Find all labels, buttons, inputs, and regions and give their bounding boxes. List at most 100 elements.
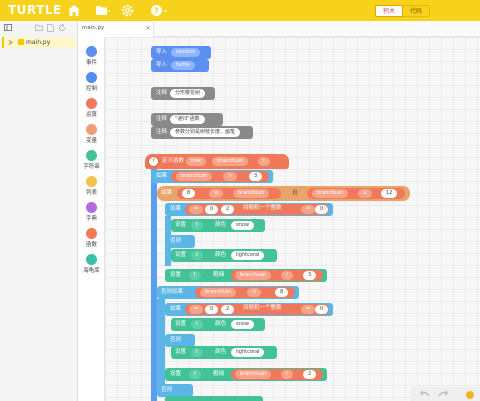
number-3[interactable]: 3 bbox=[249, 172, 263, 181]
folder-icon[interactable] bbox=[95, 4, 110, 17]
zoom-icon[interactable] bbox=[465, 390, 475, 401]
redo-icon[interactable] bbox=[438, 390, 450, 400]
category-turtle[interactable]: 海龟库 bbox=[78, 254, 105, 274]
number-0[interactable]: 0 bbox=[205, 305, 219, 314]
file-item-main[interactable]: main.py bbox=[2, 37, 76, 48]
color-value[interactable]: snow bbox=[231, 320, 254, 329]
comment-text[interactable]: 分形樱花树 bbox=[170, 89, 206, 98]
module-turtle[interactable]: turtle bbox=[171, 61, 195, 70]
set-pensize-block[interactable]: 设置 t 粗细 branchLen / 2 bbox=[165, 368, 327, 381]
color-value[interactable]: snow bbox=[231, 221, 254, 230]
set-color-block[interactable] bbox=[165, 396, 263, 401]
condition-block[interactable]: 如果 8 ≤ branchLen 且 branchLen ≤ 12 bbox=[157, 186, 410, 201]
category-events[interactable]: 事件 bbox=[78, 46, 105, 66]
divide-expression[interactable]: branchLen / 3 bbox=[231, 270, 323, 281]
number-0[interactable]: 0 bbox=[205, 205, 219, 214]
comment-text[interactable]: "递归"函数 bbox=[170, 115, 205, 124]
var-branchLen[interactable]: branchLen bbox=[176, 172, 213, 181]
function-param[interactable]: branchLen bbox=[212, 157, 249, 166]
code-mode-button[interactable]: 代码 bbox=[403, 5, 431, 17]
operator-eq[interactable]: = bbox=[189, 205, 204, 214]
compare-lte-1[interactable]: 8 ≤ branchLen bbox=[177, 188, 281, 199]
random-compare[interactable]: = 0 2 间随机一个整数 = 0 bbox=[185, 204, 329, 215]
comment-text[interactable]: 参数分别是树枝长度、画笔 bbox=[170, 128, 241, 137]
var-t[interactable]: t bbox=[191, 320, 203, 329]
comment-block-2[interactable]: 注释 "递归"函数 bbox=[151, 113, 223, 126]
category-lists[interactable]: 列表 bbox=[78, 176, 105, 196]
var-branchLen[interactable]: branchLen bbox=[233, 189, 270, 198]
undo-icon[interactable] bbox=[418, 390, 430, 400]
var-branchLen[interactable]: branchLen bbox=[312, 189, 349, 198]
category-operators[interactable]: 运算 bbox=[78, 98, 105, 118]
operator-gt[interactable]: > bbox=[223, 172, 238, 181]
new-folder-icon[interactable] bbox=[35, 24, 43, 33]
divide-expression[interactable]: branchLen / 2 bbox=[231, 369, 323, 380]
blocks-mode-button[interactable]: 积木 bbox=[375, 5, 404, 17]
number-0[interactable]: 0 bbox=[315, 305, 329, 314]
close-icon[interactable]: × bbox=[145, 24, 151, 32]
comment-block-3[interactable]: 注释 参数分别是树枝长度、画笔 bbox=[151, 126, 253, 139]
else-block[interactable]: 否则 bbox=[165, 235, 195, 248]
number-2[interactable]: 2 bbox=[303, 370, 317, 379]
set-color-block[interactable]: 设置 t 颜色 lightcoral bbox=[171, 249, 277, 262]
module-random[interactable]: random bbox=[171, 48, 201, 57]
if-block[interactable]: 如果 branchLen > 3 bbox=[151, 170, 273, 183]
color-value[interactable]: lightcoral bbox=[231, 251, 265, 260]
set-color-block[interactable]: 设置 t 颜色 snow bbox=[171, 219, 265, 232]
compare-expression[interactable]: branchLen > 3 bbox=[171, 171, 269, 182]
tab-main-py[interactable]: main.py × bbox=[78, 21, 154, 37]
var-t[interactable]: t bbox=[191, 348, 203, 357]
operator-lte[interactable]: ≤ bbox=[209, 189, 224, 198]
import-block-turtle[interactable]: 导入 turtle bbox=[151, 59, 209, 72]
color-value[interactable]: lightcoral bbox=[231, 348, 265, 357]
operator-div[interactable]: / bbox=[281, 271, 293, 280]
category-dicts[interactable]: 字典 bbox=[78, 202, 105, 222]
category-functions[interactable]: 函数 bbox=[78, 228, 105, 248]
var-branchLen[interactable]: branchLen bbox=[200, 288, 237, 297]
elif-block[interactable]: 否则如果 branchLen < 8 bbox=[157, 286, 299, 299]
block-workspace[interactable]: 导入 random 导入 turtle 注释 分形樱花树 注释 "递归"函数 注… bbox=[105, 37, 480, 401]
operator-eq[interactable]: = bbox=[189, 305, 204, 314]
number-0[interactable]: 0 bbox=[315, 205, 329, 214]
number-12[interactable]: 12 bbox=[381, 189, 398, 198]
refresh-icon[interactable] bbox=[58, 23, 66, 34]
operator-div[interactable]: / bbox=[281, 370, 293, 379]
number-2[interactable]: 2 bbox=[221, 205, 235, 214]
operator-lt[interactable]: < bbox=[247, 288, 262, 297]
import-block-random[interactable]: 导入 random bbox=[151, 46, 211, 59]
inner-if-block[interactable]: 如果 = 0 2 间随机一个整数 = 0 bbox=[165, 303, 333, 316]
sidebar-toggle-icon[interactable] bbox=[4, 24, 12, 33]
var-branchLen[interactable]: branchLen bbox=[235, 271, 272, 280]
compare-lte-2[interactable]: branchLen ≤ 12 bbox=[307, 188, 405, 199]
help-icon[interactable]: ? bbox=[150, 4, 167, 17]
number-2[interactable]: 2 bbox=[221, 305, 235, 314]
operator-eq[interactable]: = bbox=[301, 205, 316, 214]
def-function-block[interactable]: f 定义函数 tree branchLen t bbox=[145, 154, 289, 169]
function-name[interactable]: tree bbox=[186, 157, 207, 166]
set-color-block[interactable]: 设置 t 颜色 snow bbox=[171, 318, 265, 331]
var-t[interactable]: t bbox=[189, 271, 201, 280]
color-keyword: 颜色 bbox=[215, 321, 227, 327]
new-file-icon[interactable] bbox=[47, 24, 54, 34]
compare-lt[interactable]: branchLen < 8 bbox=[195, 287, 295, 298]
var-t[interactable]: t bbox=[191, 251, 203, 260]
function-param-t[interactable]: t bbox=[258, 157, 270, 166]
var-t[interactable]: t bbox=[191, 221, 203, 230]
var-t[interactable]: t bbox=[189, 370, 201, 379]
number-3[interactable]: 3 bbox=[303, 271, 317, 280]
set-color-block[interactable]: 设置 t 颜色 lightcoral bbox=[171, 346, 277, 359]
var-branchLen[interactable]: branchLen bbox=[235, 370, 272, 379]
operator-lte[interactable]: ≤ bbox=[358, 189, 373, 198]
home-icon[interactable] bbox=[67, 4, 81, 17]
category-control[interactable]: 控制 bbox=[78, 72, 105, 92]
inner-if-block[interactable]: 如果 = 0 2 间随机一个整数 = 0 bbox=[165, 203, 333, 216]
category-variables[interactable]: 变量 bbox=[78, 124, 105, 144]
set-pensize-block[interactable]: 设置 t 粗细 branchLen / 3 bbox=[165, 269, 327, 282]
category-strings[interactable]: 字符串 bbox=[78, 150, 105, 170]
random-compare[interactable]: = 0 2 间随机一个整数 = 0 bbox=[185, 304, 329, 315]
number-8[interactable]: 8 bbox=[182, 189, 196, 198]
comment-block-1[interactable]: 注释 分形樱花树 bbox=[151, 87, 215, 100]
gear-icon[interactable] bbox=[121, 4, 135, 17]
number-8[interactable]: 8 bbox=[275, 288, 289, 297]
operator-eq[interactable]: = bbox=[301, 305, 316, 314]
